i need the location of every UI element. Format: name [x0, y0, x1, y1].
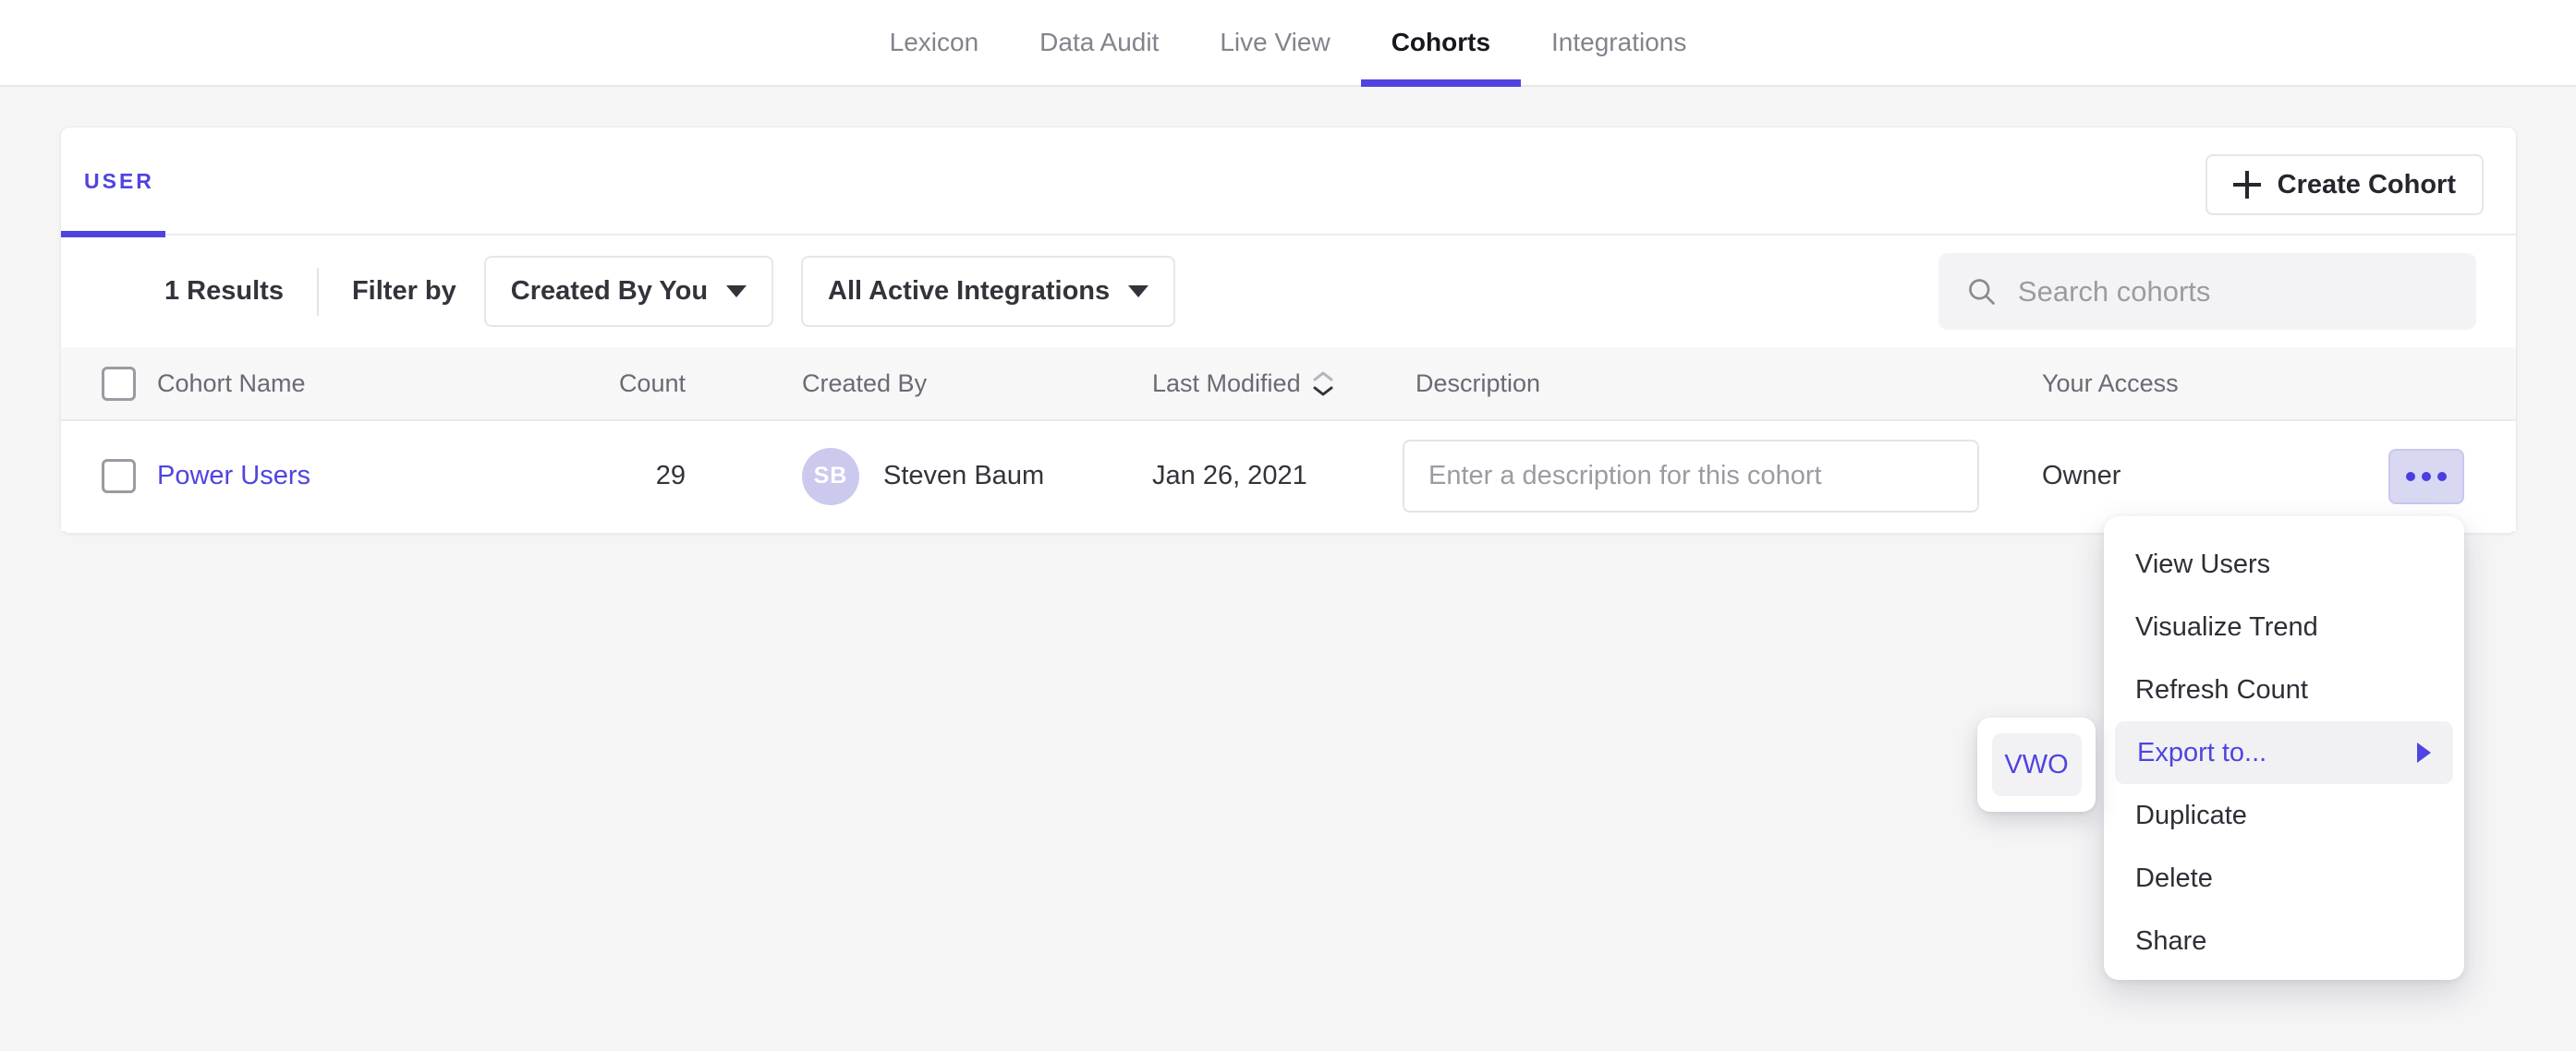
- created-by-name: Steven Baum: [883, 461, 1044, 491]
- created-by-dropdown[interactable]: Created By You: [484, 256, 773, 327]
- ellipsis-icon: [2406, 472, 2415, 481]
- filter-bar: 1 Results Filter by Created By You All A…: [61, 236, 2516, 347]
- integrations-dropdown[interactable]: All Active Integrations: [801, 256, 1175, 327]
- cohort-count: 29: [468, 461, 686, 491]
- tab-user-active-underline: [61, 231, 165, 237]
- tab-lexicon[interactable]: Lexicon: [859, 0, 1010, 85]
- row-actions-button[interactable]: [2388, 449, 2464, 504]
- created-by-cell: SB Steven Baum: [686, 448, 1152, 505]
- sort-icon: [1312, 370, 1334, 397]
- menu-item-refresh-count[interactable]: Refresh Count: [2104, 658, 2464, 721]
- header-cohort-name: Cohort Name: [157, 369, 468, 398]
- plus-icon: [2233, 171, 2261, 199]
- menu-item-share[interactable]: Share: [2104, 910, 2464, 972]
- header-your-access: Your Access: [2042, 369, 2347, 398]
- menu-item-export-to[interactable]: Export to...: [2115, 721, 2453, 784]
- submenu-arrow-icon: [2417, 743, 2431, 763]
- chevron-down-icon: [1128, 285, 1148, 297]
- header-last-modified[interactable]: Last Modified: [1152, 369, 1403, 398]
- tab-integrations[interactable]: Integrations: [1521, 0, 1717, 85]
- header-last-modified-label: Last Modified: [1152, 369, 1301, 398]
- integrations-dropdown-label: All Active Integrations: [828, 276, 1110, 307]
- header-description: Description: [1403, 369, 2042, 398]
- create-cohort-button[interactable]: Create Cohort: [2205, 154, 2484, 215]
- row-actions-menu: View Users Visualize Trend Refresh Count…: [2104, 516, 2464, 980]
- search-icon: [1966, 274, 1998, 309]
- last-modified-cell: Jan 26, 2021: [1152, 461, 1403, 491]
- search-cohorts-box[interactable]: [1938, 253, 2476, 330]
- menu-item-duplicate[interactable]: Duplicate: [2104, 784, 2464, 847]
- menu-item-export-to-label: Export to...: [2137, 738, 2266, 768]
- avatar: SB: [802, 448, 859, 505]
- tab-live-view-label: Live View: [1220, 28, 1330, 57]
- menu-item-view-users[interactable]: View Users: [2104, 533, 2464, 596]
- export-option-vwo[interactable]: VWO: [1992, 733, 2082, 796]
- tab-data-audit[interactable]: Data Audit: [1009, 0, 1189, 85]
- tab-data-audit-label: Data Audit: [1039, 28, 1159, 57]
- menu-item-delete[interactable]: Delete: [2104, 847, 2464, 910]
- panel-tab-bar: USER Create Cohort: [61, 127, 2516, 236]
- header-count: Count: [468, 369, 686, 398]
- tab-integrations-label: Integrations: [1551, 28, 1686, 57]
- tab-user[interactable]: USER: [84, 169, 154, 194]
- tab-live-view[interactable]: Live View: [1189, 0, 1360, 85]
- tab-lexicon-label: Lexicon: [890, 28, 979, 57]
- access-cell: Owner: [2042, 461, 2347, 491]
- divider: [317, 268, 319, 316]
- search-cohorts-input[interactable]: [2018, 275, 2448, 308]
- ellipsis-icon: [2422, 472, 2431, 481]
- created-by-dropdown-label: Created By You: [511, 276, 708, 307]
- table-header: Cohort Name Count Created By Last Modifi…: [61, 347, 2516, 421]
- ellipsis-icon: [2437, 472, 2447, 481]
- header-created-by: Created By: [686, 369, 1152, 398]
- cohorts-panel: USER Create Cohort 1 Results Filter by C…: [60, 127, 2517, 534]
- create-cohort-label: Create Cohort: [2278, 170, 2456, 200]
- tab-cohorts[interactable]: Cohorts: [1361, 0, 1521, 85]
- menu-item-visualize-trend[interactable]: Visualize Trend: [2104, 596, 2464, 658]
- export-submenu: VWO: [1977, 718, 2096, 812]
- top-navigation: Lexicon Data Audit Live View Cohorts Int…: [0, 0, 2576, 87]
- table-row: Power Users 29 SB Steven Baum Jan 26, 20…: [61, 421, 2516, 531]
- row-checkbox[interactable]: [102, 459, 136, 493]
- cohort-name-link[interactable]: Power Users: [157, 461, 310, 490]
- chevron-down-icon: [726, 285, 747, 297]
- results-count: 1 Results: [164, 276, 284, 307]
- filter-by-label: Filter by: [352, 276, 456, 307]
- tab-cohorts-label: Cohorts: [1391, 28, 1490, 57]
- select-all-checkbox[interactable]: [102, 367, 136, 401]
- description-input[interactable]: [1403, 440, 1979, 513]
